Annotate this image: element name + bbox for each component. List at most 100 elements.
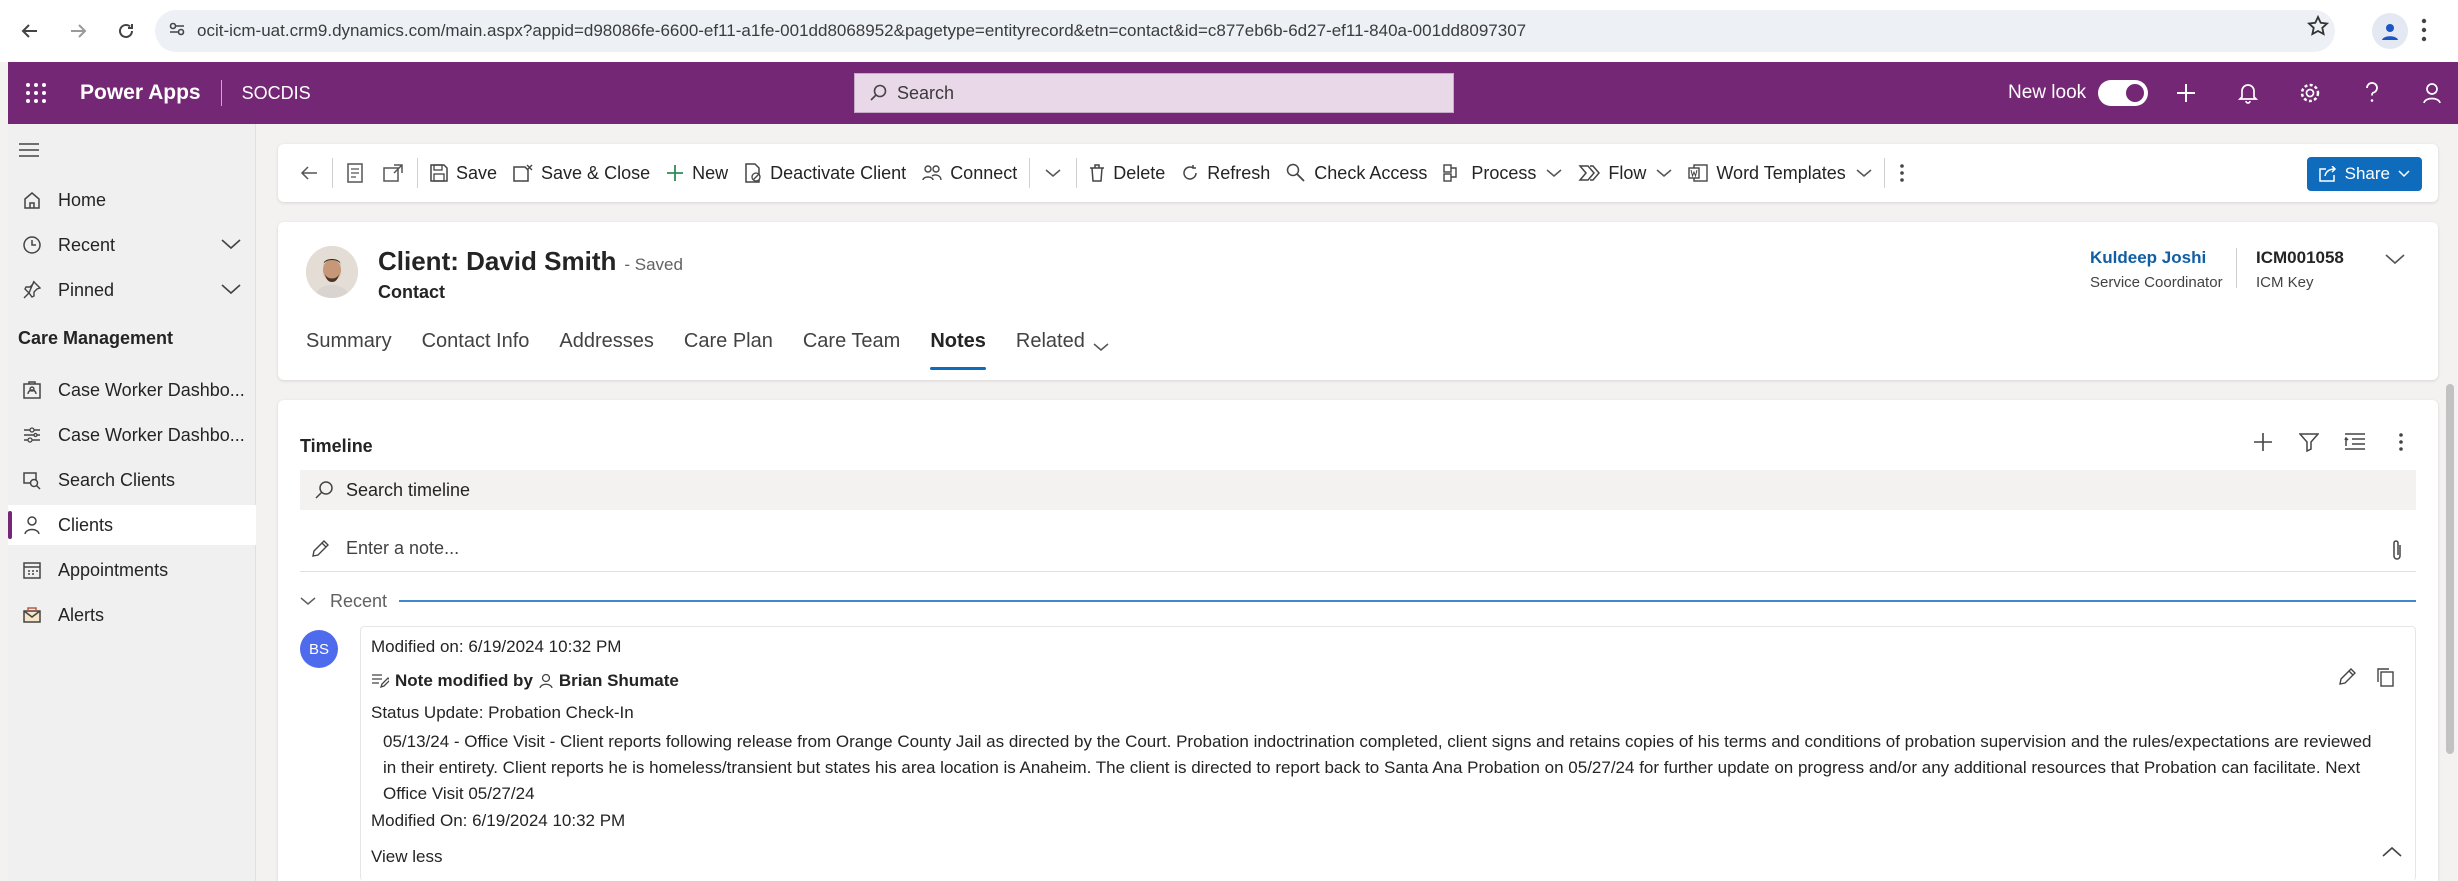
delete-button[interactable]: Delete [1081,153,1173,193]
sidebar-item-search-clients[interactable]: Search Clients [8,460,256,500]
app-launcher-icon[interactable] [14,71,58,115]
plus-icon [666,164,684,182]
global-search-input[interactable]: Search [854,73,1454,113]
owner-name-link[interactable]: Kuldeep Joshi [2090,248,2223,268]
new-look-toggle[interactable]: New look [2008,80,2149,106]
tab-notes[interactable]: Notes [930,330,986,370]
process-label: Process [1471,162,1537,183]
connect-button[interactable]: Connect [914,153,1025,193]
chevron-down-icon[interactable] [220,235,242,256]
environment-name[interactable]: SOCDIS [242,83,311,104]
share-button[interactable]: Share [2306,157,2422,191]
note-subject: Status Update: Probation Check-In [371,703,634,722]
deactivate-client-button[interactable]: Deactivate Client [736,153,914,193]
help-icon[interactable] [2354,75,2390,111]
sidebar-item-alerts[interactable]: Alerts [8,595,256,635]
note-icon [372,674,389,689]
add-plus-icon[interactable] [2240,432,2286,452]
reload-icon[interactable] [102,7,150,55]
paperclip-icon[interactable] [2390,538,2404,567]
icm-key-field: ICM001058 ICM Key [2256,248,2344,291]
timeline-search-input[interactable]: Search timeline [300,470,2416,510]
expand-all-icon[interactable] [2332,432,2378,452]
filter-icon[interactable] [2286,432,2332,452]
recent-section-header[interactable]: Recent [300,590,2416,612]
chevron-down-icon [1093,335,1109,358]
address-bar[interactable]: ocit-icm-uat.crm9.dynamics.com/main.aspx… [155,10,2335,52]
chevron-down-icon[interactable] [220,280,242,301]
plus-icon[interactable] [2168,75,2204,111]
divider [2236,248,2237,288]
tab-contact-info[interactable]: Contact Info [422,330,530,370]
refresh-button[interactable]: Refresh [1173,153,1278,193]
expand-header-chevron-icon[interactable] [2384,252,2406,271]
back-button[interactable] [290,153,328,193]
timeline-search-placeholder: Search timeline [346,479,471,500]
gear-icon[interactable] [2292,75,2328,111]
tab-related[interactable]: Related [1016,330,1109,370]
record-title: Client: David Smith - Saved [378,246,683,277]
edit-pencil-icon[interactable] [2337,667,2357,692]
form-tabs: Summary Contact Info Addresses Care Plan… [306,330,1139,370]
tab-care-team[interactable]: Care Team [803,330,900,370]
flow-button[interactable]: Flow [1570,153,1680,193]
process-button[interactable]: Process [1435,153,1570,193]
browser-menu-icon[interactable] [2420,16,2428,49]
profile-icon[interactable] [2372,13,2408,49]
sidebar-item-case-worker-dashboard-2[interactable]: Case Worker Dashbo... [8,415,256,455]
divider [1883,158,1885,188]
sidebar-item-clients[interactable]: Clients [8,505,256,545]
toggle-switch[interactable] [2098,80,2149,106]
sidebar-item-recent[interactable]: Recent [8,225,256,265]
enter-note-input[interactable]: Enter a note... [300,526,2416,572]
chevron-up-icon[interactable] [2381,845,2403,864]
header-divider [220,80,222,106]
copy-icon[interactable] [2375,667,2395,692]
sidebar-item-appointments[interactable]: Appointments [8,550,256,590]
tab-addresses[interactable]: Addresses [559,330,654,370]
more-vertical-icon[interactable] [2378,432,2424,452]
sidebar-item-case-worker-dashboard[interactable]: Case Worker Dashbo... [8,370,256,410]
save-close-label: Save & Close [541,162,651,183]
bookmark-star-icon[interactable] [2306,14,2330,43]
section-divider [399,600,2416,602]
forward-arrow-icon[interactable] [54,7,102,55]
timeline-card: Timeline Search timeline Enter a note...… [278,400,2438,881]
tab-care-plan[interactable]: Care Plan [684,330,773,370]
sidebar-item-label: Home [58,189,107,210]
url-text[interactable]: ocit-icm-uat.crm9.dynamics.com/main.aspx… [197,21,1526,41]
sidebar-item-pinned[interactable]: Pinned [8,270,256,310]
form-view-button[interactable] [337,153,373,193]
check-access-button[interactable]: Check Access [1278,153,1435,193]
hamburger-menu-icon[interactable] [18,142,40,163]
tab-summary[interactable]: Summary [306,330,392,370]
word-templates-button[interactable]: Word Templates [1680,153,1879,193]
chevron-down-icon [1656,168,1672,178]
search-icon [315,481,333,499]
chevron-down-icon [2398,170,2410,178]
connect-people-icon [922,164,942,182]
save-button[interactable]: Save [422,153,505,193]
save-label: Save [456,162,498,183]
flow-label: Flow [1608,162,1647,183]
bell-icon[interactable] [2230,75,2266,111]
site-settings-icon[interactable] [167,19,187,44]
author-name[interactable]: Brian Shumate [559,671,679,691]
open-new-window-button[interactable] [373,153,413,193]
user-account-icon[interactable] [2414,75,2450,111]
more-commands-button[interactable] [1889,153,1915,193]
back-arrow-icon[interactable] [6,7,54,55]
tab-label: Related [1015,330,1085,352]
chevron-down-icon [300,597,316,605]
app-name[interactable]: Power Apps [80,81,201,105]
sidebar-item-home[interactable]: Home [8,180,256,220]
connect-dropdown[interactable] [1034,153,1072,193]
page-scrollbar[interactable] [2446,384,2454,754]
new-look-label: New look [2008,82,2087,103]
view-less-link[interactable]: View less [371,847,443,867]
tab-label: Addresses [559,330,654,352]
command-bar: Save Save & Close New Deactivate Client … [278,144,2438,202]
new-button[interactable]: New [658,153,736,193]
save-close-button[interactable]: Save & Close [505,153,658,193]
sidebar-item-label: Recent [58,234,116,255]
